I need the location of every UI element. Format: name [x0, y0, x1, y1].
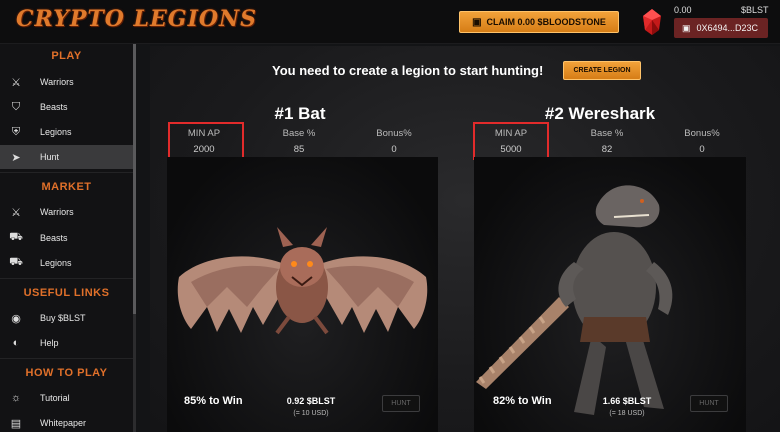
bonus-value: 0	[391, 144, 397, 155]
base-label: Base %	[282, 128, 316, 139]
section-title-how-to-play: HOW TO PLAY	[25, 367, 108, 379]
base-label: Base %	[590, 128, 624, 139]
reward-amount: 0.92 $BLST	[286, 396, 336, 406]
claim-icon: ▣	[472, 16, 482, 28]
hunt-button[interactable]: HUNT	[382, 395, 420, 412]
divider	[0, 358, 133, 359]
sidebar-item-warriors[interactable]: ⚔ Warriors	[0, 70, 133, 94]
help-icon: ◐	[12, 337, 20, 349]
reward-usd: (= 18 USD)	[609, 410, 645, 417]
wallet-address: 0X6494...D23C	[696, 23, 759, 33]
app-logo[interactable]: CRYPTO LEGIONS	[16, 6, 257, 32]
hunt-banner: You need to create a legion to start hun…	[272, 63, 544, 78]
min-ap-label: MIN AP	[187, 128, 221, 139]
wallet-balance: 0.00	[674, 5, 692, 15]
wallet-address-button[interactable]: ▣ 0X6494...D23C	[674, 18, 768, 38]
sidebar-item-beasts[interactable]: ⛉ Beasts	[0, 95, 133, 119]
min-ap-label: MIN AP	[494, 128, 528, 139]
bloodstone-gem-icon	[643, 9, 661, 35]
coin-icon: ◉	[11, 312, 21, 325]
top-bar: CRYPTO LEGIONS ▣ CLAIM 0.00 $BLOODSTONE …	[0, 0, 780, 44]
reward-amount: 1.66 $BLST	[602, 396, 652, 406]
sidebar-item-tutorial[interactable]: ☼ Tutorial	[0, 386, 133, 410]
sidebar-item-label: Warriors	[40, 207, 74, 217]
sidebar-item-label: Beasts	[40, 233, 68, 243]
sidebar-item-buy-blst[interactable]: ◉ Buy $BLST	[0, 306, 133, 330]
bonus-label: Bonus%	[684, 128, 720, 139]
sidebar-item-label: Legions	[40, 258, 72, 268]
market-beast-icon: ⛟	[9, 231, 23, 243]
sidebar-item-legions[interactable]: ⛨ Legions	[0, 120, 133, 144]
claim-bloodstone-button[interactable]: ▣ CLAIM 0.00 $BLOODSTONE	[459, 11, 619, 33]
claim-label: CLAIM 0.00 $BLOODSTONE	[486, 17, 606, 27]
sidebar-item-label: Tutorial	[40, 393, 70, 403]
bat-image	[167, 157, 438, 432]
wallet-icon: ▣	[682, 22, 691, 33]
hunt-icon: ➤	[11, 151, 21, 164]
min-ap-value: 2000	[193, 144, 215, 155]
sidebar-item-label: Buy $BLST	[40, 313, 86, 323]
sidebar-item-hunt[interactable]: ➤ Hunt	[0, 145, 133, 169]
create-legion-button[interactable]: CREATE LEGION	[563, 61, 641, 80]
base-value: 82	[601, 144, 613, 155]
sidebar-item-label: Help	[40, 338, 59, 348]
min-ap-value: 5000	[500, 144, 522, 155]
wereshark-illustration	[476, 185, 673, 415]
sidebar-item-label: Beasts	[40, 102, 68, 112]
win-chance: 85% to Win	[184, 395, 243, 407]
sidebar-item-help[interactable]: ◐ Help	[0, 331, 133, 355]
legion-shield-icon: ⛨	[11, 125, 21, 138]
sword-icon: ⚔	[11, 76, 21, 89]
monster-title: #1 Bat	[274, 104, 326, 123]
document-icon: ▤	[10, 417, 22, 430]
bonus-value: 0	[699, 144, 705, 155]
hunt-button[interactable]: HUNT	[690, 395, 728, 412]
sidebar-item-market-beasts[interactable]: ⛟ Beasts	[0, 226, 133, 250]
bulb-icon: ☼	[10, 392, 22, 404]
sidebar-item-whitepaper[interactable]: ▤ Whitepaper	[0, 411, 133, 432]
sidebar-item-label: Hunt	[40, 152, 60, 162]
sidebar-item-label: Legions	[40, 127, 72, 137]
sidebar-item-label: Whitepaper	[40, 418, 87, 428]
divider	[0, 172, 133, 173]
monster-title: #2 Wereshark	[544, 104, 656, 123]
sidebar-item-market-warriors[interactable]: ⚔ Warriors	[0, 200, 133, 224]
wereshark-image	[474, 157, 746, 432]
market-sword-icon: ⚔	[11, 206, 21, 219]
bat-illustration	[177, 227, 428, 335]
base-value: 85	[293, 144, 305, 155]
sidebar-item-market-legions[interactable]: ⛟ Legions	[0, 251, 133, 275]
reward-usd: (= 10 USD)	[293, 410, 329, 417]
shield-icon: ⛉	[11, 100, 21, 113]
wallet-unit: $BLST	[741, 5, 769, 15]
section-title-market: MARKET	[41, 181, 92, 193]
win-chance: 82% to Win	[493, 395, 552, 407]
sidebar-item-label: Warriors	[40, 77, 74, 87]
bonus-label: Bonus%	[376, 128, 412, 139]
section-title-useful-links: USEFUL LINKS	[23, 287, 110, 299]
divider	[0, 278, 133, 279]
section-title-play: PLAY	[51, 50, 82, 62]
sidebar-scrollbar[interactable]	[133, 44, 136, 314]
market-legion-icon: ⛟	[9, 256, 23, 268]
